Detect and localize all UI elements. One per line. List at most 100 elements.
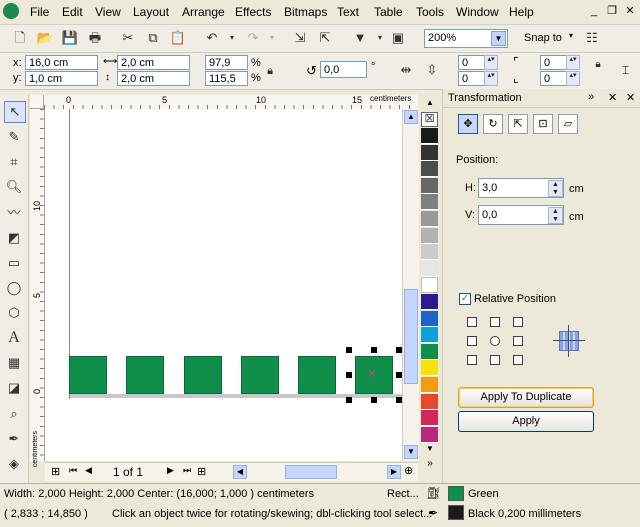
menu-layout[interactable]: Layout	[133, 5, 169, 19]
rotation-field[interactable]: 0,0	[320, 61, 367, 78]
palette-swatch[interactable]	[421, 343, 438, 360]
palette-swatch[interactable]	[421, 327, 438, 344]
palette-swatch[interactable]	[421, 244, 438, 261]
palette-swatch[interactable]	[421, 310, 438, 327]
rectangle-tool-icon[interactable]: ▭	[4, 253, 24, 273]
palette-swatch[interactable]	[421, 393, 438, 410]
cut-icon[interactable]: ✂	[118, 28, 138, 48]
menu-edit[interactable]: Edit	[62, 5, 83, 19]
polygon-tool-icon[interactable]: ⬡	[4, 303, 24, 323]
lock-ratio-icon[interactable]: 🔒︎	[260, 61, 280, 81]
palette-swatch[interactable]	[421, 161, 438, 178]
crop-tool-icon[interactable]: ⌗	[4, 152, 24, 172]
zoom-tool-icon[interactable]: 🔍︎	[4, 177, 24, 197]
anchor-center[interactable]	[490, 336, 500, 346]
docker-minimize-icon[interactable]: ✕	[608, 91, 617, 104]
menu-help[interactable]: Help	[509, 5, 534, 19]
lock-corners-icon[interactable]: 🔒︎	[588, 55, 608, 75]
drawing-canvas[interactable]: ×	[45, 109, 402, 461]
v-spinner-icon[interactable]: ▲ ▼	[548, 207, 563, 224]
h-spinner-icon[interactable]: ▲ ▼	[548, 180, 563, 197]
copy-icon[interactable]: ⧉	[143, 28, 163, 48]
save-icon[interactable]: 💾	[60, 28, 80, 48]
docker-expand-icon[interactable]: »	[588, 91, 594, 103]
anchor-bottom-left[interactable]	[467, 355, 477, 365]
menu-bitmaps[interactable]: Bitmaps	[284, 5, 327, 19]
mirror-vertical-icon[interactable]: ⇳	[422, 60, 442, 80]
snap-to-menu[interactable]: Snap to	[524, 32, 562, 44]
redo-icon[interactable]: ↷	[243, 28, 263, 48]
pick-tool-icon[interactable]: ↖	[4, 101, 26, 123]
menu-effects[interactable]: Effects	[235, 5, 271, 19]
minimize-button[interactable]: _	[586, 4, 602, 18]
anchor-top-center[interactable]	[490, 317, 500, 327]
anchor-bottom-right[interactable]	[513, 355, 523, 365]
open-folder-icon[interactable]: 📂	[35, 28, 55, 48]
table-tool-icon[interactable]: ▦	[4, 353, 24, 373]
next-page-icon[interactable]: ▶	[167, 465, 174, 476]
palette-swatch[interactable]	[421, 294, 438, 310]
y-position-field[interactable]: 1,0 cm	[25, 71, 98, 86]
palette-scroll-down-icon[interactable]: ▼	[421, 444, 439, 456]
menu-tools[interactable]: Tools	[416, 5, 444, 19]
green-square[interactable]	[241, 356, 279, 394]
selection-handle[interactable]	[346, 347, 352, 353]
palette-swatch[interactable]	[421, 144, 438, 161]
spinner-icon[interactable]: ▴▾	[566, 55, 580, 70]
vertical-scrollbar[interactable]: ▲ ▼	[402, 109, 419, 461]
close-button[interactable]: ✕	[622, 4, 638, 18]
palette-swatch[interactable]	[421, 227, 438, 244]
previous-page-icon[interactable]: ◀	[85, 465, 92, 476]
menu-file[interactable]: File	[30, 5, 49, 19]
horizontal-scroll-thumb[interactable]	[285, 465, 337, 479]
redo-dropdown-icon[interactable]: ▾	[262, 28, 282, 48]
vertical-scroll-thumb[interactable]	[404, 289, 418, 384]
docker-close-icon[interactable]: ✕	[626, 91, 635, 104]
scroll-left-icon[interactable]: ◀	[233, 465, 247, 479]
navigator-zoom-icon[interactable]: ⊕	[404, 464, 413, 477]
relative-position-checkbox[interactable]: ✓	[459, 293, 471, 305]
restore-button[interactable]: ❐	[604, 4, 620, 18]
anchor-middle-left[interactable]	[467, 336, 477, 346]
fill-tool-icon[interactable]: ◈	[4, 454, 24, 474]
add-page-after-icon[interactable]: ⊞	[197, 465, 206, 478]
palette-swatch[interactable]	[421, 426, 438, 443]
scroll-down-icon[interactable]: ▼	[404, 445, 418, 459]
outline-color-swatch[interactable]	[448, 505, 464, 520]
position-mode-icon[interactable]: ✥	[458, 114, 478, 134]
add-page-before-icon[interactable]: ⊞	[51, 465, 60, 478]
menu-arrange[interactable]: Arrange	[182, 5, 225, 19]
selection-handle[interactable]	[371, 397, 377, 403]
palette-swatch[interactable]	[421, 277, 438, 294]
mirror-horizontal-icon[interactable]: ⇹	[396, 60, 416, 80]
palette-swatch[interactable]	[421, 410, 438, 427]
smart-fill-tool-icon[interactable]: ◩	[4, 228, 24, 248]
undo-dropdown-icon[interactable]: ▾	[222, 28, 242, 48]
anchor-top-right[interactable]	[513, 317, 523, 327]
height-field[interactable]: 2,0 cm	[117, 71, 190, 86]
application-launcher-icon[interactable]: ▼	[350, 28, 370, 48]
scroll-up-icon[interactable]: ▲	[404, 110, 418, 124]
options-icon[interactable]: ☷	[582, 28, 602, 48]
palette-swatch[interactable]	[421, 260, 438, 277]
undo-icon[interactable]: ↶	[202, 28, 222, 48]
green-square[interactable]	[69, 356, 107, 394]
first-page-icon[interactable]: ⏮	[69, 465, 77, 476]
green-square[interactable]	[126, 356, 164, 394]
skew-mode-icon[interactable]: ▱	[558, 114, 578, 134]
apply-button[interactable]: Apply	[458, 411, 594, 432]
palette-swatch[interactable]	[421, 194, 438, 211]
rotate-mode-icon[interactable]: ↻	[483, 114, 503, 134]
print-icon[interactable]: 🖶	[85, 28, 105, 48]
drawing-page[interactable]	[69, 109, 402, 399]
palette-swatch[interactable]	[421, 377, 438, 393]
anchor-middle-right[interactable]	[513, 336, 523, 346]
text-tool-icon[interactable]: A	[4, 328, 24, 348]
spinner-icon[interactable]: ▴▾	[566, 71, 580, 86]
menu-view[interactable]: View	[95, 5, 121, 19]
scale-mirror-mode-icon[interactable]: ⇱	[508, 114, 528, 134]
menu-text[interactable]: Text	[337, 5, 359, 19]
scroll-right-icon[interactable]: ▶	[387, 465, 401, 479]
menu-table[interactable]: Table	[374, 5, 403, 19]
paste-icon[interactable]: 📋	[168, 28, 188, 48]
